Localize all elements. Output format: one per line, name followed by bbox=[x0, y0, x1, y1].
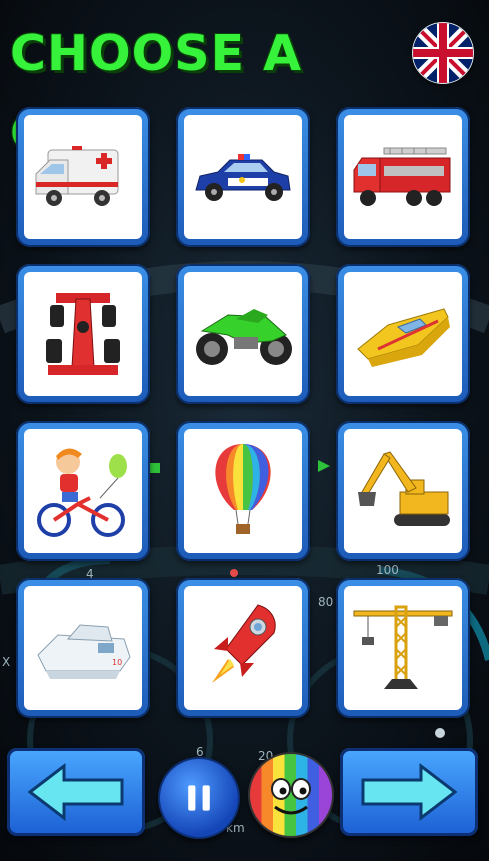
tile-tower-crane[interactable] bbox=[336, 578, 470, 718]
ambulance-icon bbox=[35, 146, 119, 206]
boat-icon: 10 bbox=[37, 624, 131, 679]
police-car-icon bbox=[195, 154, 291, 201]
page-title: CHOOSE A CAR bbox=[10, 25, 303, 162]
right-arrow-icon bbox=[361, 762, 458, 822]
tile-ambulance[interactable] bbox=[16, 107, 150, 247]
tile-motorcycle[interactable] bbox=[176, 264, 310, 404]
tile-race-car[interactable] bbox=[16, 264, 150, 404]
crane-icon bbox=[353, 605, 453, 689]
svg-text:100: 100 bbox=[376, 563, 399, 577]
pause-button[interactable] bbox=[158, 757, 240, 839]
formula-car-icon bbox=[46, 293, 120, 375]
svg-text:10: 10 bbox=[112, 658, 122, 667]
tile-hovercraft[interactable]: 10 bbox=[16, 578, 150, 718]
excavator-icon bbox=[358, 451, 450, 526]
tile-excavator[interactable] bbox=[336, 421, 470, 561]
svg-text:X: X bbox=[2, 655, 10, 669]
uk-flag-icon[interactable] bbox=[412, 22, 474, 84]
fire-truck-icon bbox=[353, 147, 451, 206]
tile-speedboat[interactable] bbox=[336, 264, 470, 404]
tile-police-car[interactable] bbox=[176, 107, 310, 247]
tile-hot-air-balloon[interactable] bbox=[176, 421, 310, 561]
previous-button[interactable] bbox=[7, 748, 145, 836]
pause-icon bbox=[188, 785, 210, 811]
tile-rocket[interactable] bbox=[176, 578, 310, 718]
rocket-icon bbox=[212, 604, 276, 683]
tile-bicycle[interactable] bbox=[16, 421, 150, 561]
smiley-button[interactable] bbox=[248, 752, 334, 838]
next-button[interactable] bbox=[340, 748, 478, 836]
hot-air-balloon-icon bbox=[215, 444, 271, 534]
speedboat-icon bbox=[357, 308, 450, 367]
svg-text:80: 80 bbox=[318, 595, 333, 609]
tile-fire-truck[interactable] bbox=[336, 107, 470, 247]
boy-on-bicycle-icon bbox=[37, 448, 127, 537]
left-arrow-icon bbox=[27, 762, 124, 822]
smiley-icon bbox=[271, 778, 311, 815]
motorcycle-icon bbox=[196, 309, 292, 365]
